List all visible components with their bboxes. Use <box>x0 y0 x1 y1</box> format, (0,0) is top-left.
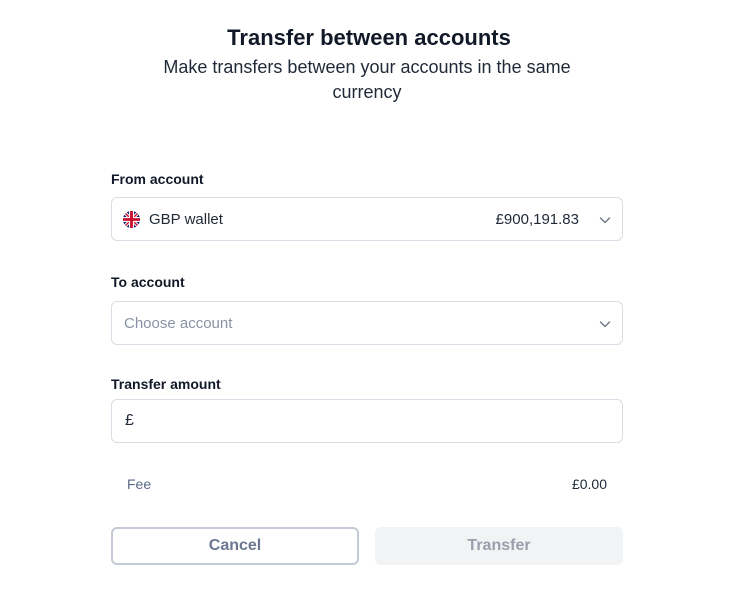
transfer-amount-input[interactable] <box>142 406 616 438</box>
transfer-amount-field[interactable]: £ <box>111 399 623 443</box>
chevron-down-icon <box>599 317 611 329</box>
from-account-name: GBP wallet <box>149 211 223 228</box>
transfer-amount-label: Transfer amount <box>111 376 221 392</box>
from-account-balance: £900,191.83 <box>495 211 579 228</box>
transfer-button[interactable]: Transfer <box>375 527 623 565</box>
to-account-label: To account <box>111 274 185 290</box>
from-account-select[interactable]: GBP wallet £900,191.83 <box>111 197 623 241</box>
uk-flag-icon <box>123 211 140 228</box>
cancel-button[interactable]: Cancel <box>111 527 359 565</box>
from-account-label: From account <box>111 171 204 187</box>
page-title: Transfer between accounts <box>227 25 511 50</box>
fee-value: £0.00 <box>571 476 607 492</box>
chevron-down-icon <box>599 213 611 225</box>
to-account-placeholder: Choose account <box>124 315 233 332</box>
to-account-select[interactable]: Choose account <box>111 301 623 345</box>
fee-label: Fee <box>127 476 152 492</box>
page-subtitle: Make transfers between your accounts in … <box>163 57 571 102</box>
currency-symbol: £ <box>125 412 134 429</box>
